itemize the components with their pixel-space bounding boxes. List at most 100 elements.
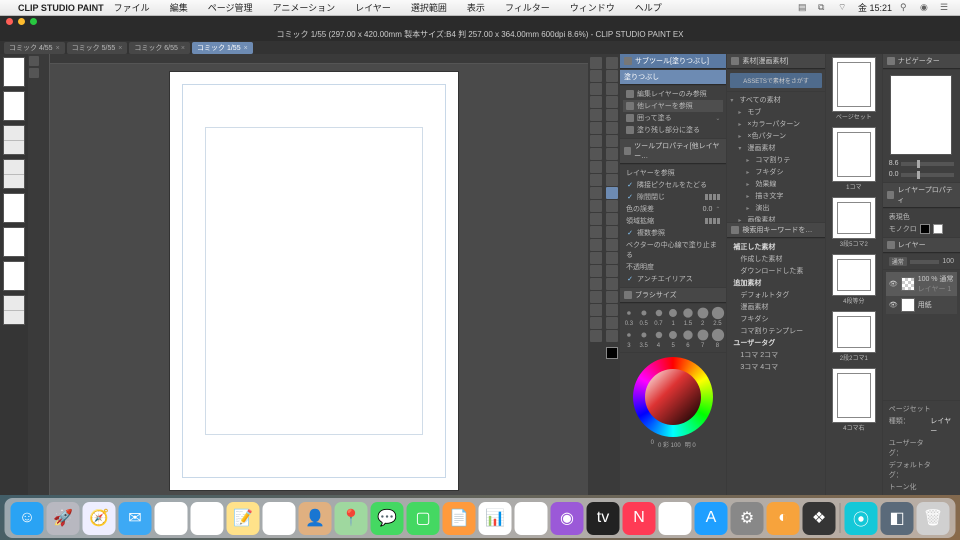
dock-csp-icon[interactable]: ❖	[803, 502, 836, 535]
tool-button[interactable]	[606, 174, 618, 186]
dock-photos-icon[interactable]: ✿	[155, 502, 188, 535]
app-menu[interactable]: CLIP STUDIO PAINT	[18, 3, 104, 13]
navigator-panel-header[interactable]: ナビゲーター	[883, 54, 960, 69]
search-keyword-row[interactable]: 検索用キーワードを…	[727, 223, 824, 238]
tool-button[interactable]	[606, 109, 618, 121]
tool-button[interactable]	[606, 265, 618, 277]
tool-button[interactable]	[606, 226, 618, 238]
menubar-wifi-icon[interactable]: ⌔	[838, 2, 850, 14]
brush-preset[interactable]	[683, 330, 692, 339]
tool-button[interactable]	[590, 83, 602, 95]
close-tab-icon[interactable]: ×	[118, 45, 122, 52]
dock-numbers-icon[interactable]: 📊	[479, 502, 512, 535]
eye-icon[interactable]: 👁	[889, 301, 898, 309]
dock-3d-icon[interactable]: ◧	[881, 502, 914, 535]
material-tree-item[interactable]: フキダシ	[730, 166, 821, 178]
subtool-active[interactable]: 塗りつぶし	[620, 70, 726, 85]
dock-chrome-icon[interactable]: ◉	[659, 502, 692, 535]
layers-panel-header[interactable]: レイヤー	[883, 238, 960, 253]
tool-button[interactable]	[606, 148, 618, 160]
material-tag[interactable]: フキダシ	[730, 313, 821, 325]
tool-button[interactable]	[590, 70, 602, 82]
dock-trash-icon[interactable]: 🗑	[917, 502, 950, 535]
material-tag[interactable]: 漫画素材	[730, 301, 821, 313]
toolbar-button[interactable]	[29, 56, 39, 66]
toolprop-panel-header[interactable]: ツールプロパティ[他レイヤー…	[620, 139, 726, 164]
material-thumb-strip[interactable]: ページセット1コマ3段5コマ24段等分2段2コマ14コマ右	[826, 54, 882, 495]
material-tree-item[interactable]: すべての素材	[730, 94, 821, 106]
material-tag[interactable]: デフォルトタグ	[730, 289, 821, 301]
tool-button[interactable]	[606, 291, 618, 303]
close-tab-icon[interactable]: ×	[56, 45, 60, 52]
subtool-item[interactable]: 囲って塗る⌄	[623, 112, 723, 124]
tool-button[interactable]	[606, 304, 618, 316]
toolprop-row[interactable]: 領域拡縮	[623, 215, 723, 227]
menu-item[interactable]: 選択範囲	[411, 1, 447, 14]
dock-mail-icon[interactable]: ✉	[119, 502, 152, 535]
dock-messages-icon[interactable]: 💬	[371, 502, 404, 535]
material-tree-item[interactable]: 漫画素材	[730, 142, 821, 154]
material-tree-item[interactable]: 画像素材	[730, 214, 821, 222]
tool-button[interactable]	[590, 213, 602, 225]
dock-launchpad-icon[interactable]: 🚀	[47, 502, 80, 535]
tool-button[interactable]	[590, 330, 602, 342]
menubar-spotlight-icon[interactable]: ⚲	[900, 2, 912, 14]
minimize-window-button[interactable]	[18, 18, 25, 25]
toolbar-button[interactable]	[29, 68, 39, 78]
brushsize-panel-header[interactable]: ブラシサイズ	[620, 288, 726, 303]
subtool-item[interactable]: 塗り残し部分に塗る	[623, 124, 723, 136]
material-thumb[interactable]	[832, 254, 876, 296]
material-tree-item[interactable]: モブ	[730, 106, 821, 118]
dock-appstore-icon[interactable]: A	[695, 502, 728, 535]
zoom-window-button[interactable]	[30, 18, 37, 25]
brush-preset[interactable]	[627, 311, 631, 315]
dock-notes-icon[interactable]: 📝	[227, 502, 260, 535]
page-thumb[interactable]	[3, 125, 25, 155]
tool-button[interactable]	[590, 148, 602, 160]
tool-button[interactable]	[606, 278, 618, 290]
navigator-thumb[interactable]	[890, 75, 952, 155]
material-thumb[interactable]	[832, 197, 876, 239]
brush-preset[interactable]	[683, 308, 692, 317]
material-thumb[interactable]	[832, 57, 876, 112]
toolprop-row[interactable]: ✓隣接ピクセルをたどる	[623, 179, 723, 191]
tool-button[interactable]	[606, 213, 618, 225]
tool-button[interactable]	[590, 291, 602, 303]
menubar-siri-icon[interactable]: ◉	[920, 2, 932, 14]
material-tree-item[interactable]: 効果線	[730, 178, 821, 190]
layerprop-panel-header[interactable]: レイヤープロパティ	[883, 183, 960, 208]
toolprop-row[interactable]: ✓アンチエイリアス	[623, 273, 723, 285]
material-tag[interactable]: コマ割りテンプレー	[730, 325, 821, 337]
subtool-item[interactable]: 編集レイヤーのみ参照	[623, 88, 723, 100]
material-panel-header[interactable]: 素材[漫画素材]	[727, 54, 824, 69]
canvas-page[interactable]	[169, 71, 459, 491]
menu-item[interactable]: 編集	[170, 1, 188, 14]
brush-preset[interactable]	[711, 307, 723, 319]
menu-item[interactable]: ヘルプ	[635, 1, 662, 14]
menu-item[interactable]: レイヤー	[355, 1, 391, 14]
material-tree-item[interactable]: 描き文字	[730, 190, 821, 202]
white-swatch[interactable]	[933, 224, 943, 234]
tool-button[interactable]	[590, 96, 602, 108]
opacity-slider[interactable]	[910, 260, 940, 264]
brush-preset[interactable]	[669, 331, 677, 339]
material-tree-item[interactable]: 演出	[730, 202, 821, 214]
toolprop-row[interactable]: ベクターの中心線で塗り止まる	[623, 239, 723, 261]
material-tree[interactable]: すべての素材モブ×カラーパターン×色パターン漫画素材コマ割りテフキダシ効果線描き…	[727, 92, 824, 222]
tool-button[interactable]	[590, 109, 602, 121]
toolprop-row[interactable]: レイヤーを参照	[623, 167, 723, 179]
menu-item[interactable]: アニメーション	[273, 1, 336, 14]
material-tree-item[interactable]: コマ割りテ	[730, 154, 821, 166]
material-tag[interactable]: 3コマ 4コマ	[730, 361, 821, 373]
tool-button[interactable]	[606, 200, 618, 212]
material-tree-item[interactable]: ×色パターン	[730, 130, 821, 142]
menubar-dropbox-icon[interactable]: ⧉	[818, 2, 830, 14]
tool-button[interactable]	[590, 304, 602, 316]
tool-button[interactable]	[590, 200, 602, 212]
brush-preset[interactable]	[697, 308, 708, 319]
page-thumb[interactable]	[3, 91, 25, 121]
page-thumbnails[interactable]	[0, 54, 28, 495]
tool-button[interactable]	[590, 174, 602, 186]
page-thumb[interactable]	[3, 295, 25, 325]
subtool-item[interactable]: 他レイヤーを参照	[623, 100, 723, 112]
